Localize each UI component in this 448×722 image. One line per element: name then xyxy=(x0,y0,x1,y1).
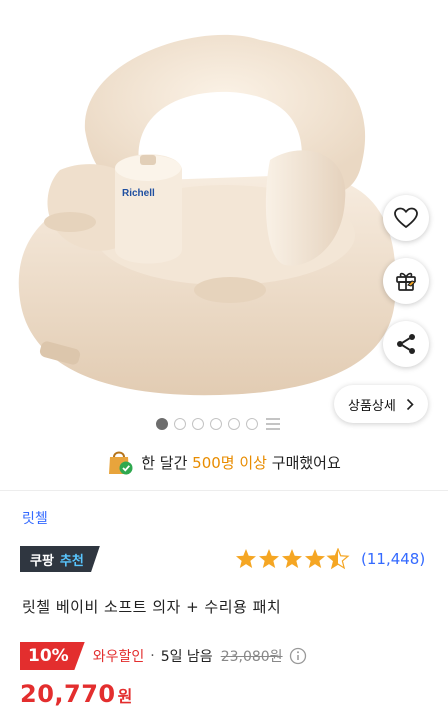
purchase-banner-prefix: 한 달간 xyxy=(141,453,188,472)
pagination-dot[interactable] xyxy=(192,418,204,430)
review-count[interactable]: (11,448) xyxy=(361,550,425,568)
price-row: 10% 와우할인 · 5일 남음 23,080원 xyxy=(20,642,307,670)
days-left: 5일 남음 xyxy=(160,649,213,665)
rating-star xyxy=(326,548,350,570)
product-rating[interactable]: (11,448) xyxy=(235,548,425,570)
rating-star xyxy=(282,549,302,568)
purchase-banner-suffix: 구매했어요 xyxy=(271,453,341,472)
final-price-value: 20,770 xyxy=(20,680,116,708)
chevron-right-icon xyxy=(406,398,414,410)
svg-text:Richell: Richell xyxy=(122,188,155,199)
gift-icon xyxy=(396,272,416,291)
discount-rate: 10% xyxy=(20,642,85,670)
purchase-count-banner: 한 달간 500명 이상 구매했어요 xyxy=(0,448,448,476)
wow-discount-label: 와우할인 xyxy=(92,649,145,665)
heart-icon xyxy=(394,207,418,228)
rating-star xyxy=(259,549,279,568)
badge-part2: 추천 xyxy=(59,546,100,572)
product-title: 릿첼 베이비 소프트 의자 + 수리용 패치 xyxy=(22,598,282,616)
purchase-banner-text: 한 달간 500명 이상 구매했어요 xyxy=(141,452,341,473)
share-icon xyxy=(397,334,415,354)
product-detail-label: 상품상세 xyxy=(348,398,396,414)
pagination-dot-active[interactable] xyxy=(156,418,168,430)
share-button[interactable] xyxy=(383,321,429,367)
price-separator: · xyxy=(150,648,155,664)
rating-star xyxy=(305,549,325,568)
badge-part1: 쿠팡 xyxy=(20,546,60,572)
shopping-bag-check-icon xyxy=(109,451,133,475)
star-rating-icon xyxy=(236,548,350,570)
gift-button[interactable] xyxy=(383,258,429,304)
more-images-icon[interactable] xyxy=(266,418,280,430)
pagination-dot[interactable] xyxy=(210,418,222,430)
wishlist-button[interactable] xyxy=(383,195,429,241)
pagination-dot[interactable] xyxy=(174,418,186,430)
final-price: 20,770 원 xyxy=(20,680,132,708)
product-image-gallery[interactable]: Richell xyxy=(0,0,448,408)
pagination-dot[interactable] xyxy=(228,418,240,430)
product-image: Richell xyxy=(18,34,396,396)
info-icon[interactable] xyxy=(289,647,307,665)
rating-star xyxy=(236,549,256,568)
gallery-pagination[interactable] xyxy=(156,418,280,430)
coupang-recommend-badge: 쿠팡 추천 xyxy=(20,546,100,572)
pagination-dot[interactable] xyxy=(246,418,258,430)
purchase-banner-highlight: 500명 이상 xyxy=(192,453,267,472)
section-divider xyxy=(0,490,448,491)
brand-link[interactable]: 릿첼 xyxy=(22,508,48,528)
original-price: 23,080원 xyxy=(220,649,283,665)
product-detail-button[interactable]: 상품상세 xyxy=(334,385,428,423)
final-price-currency: 원 xyxy=(117,687,133,706)
